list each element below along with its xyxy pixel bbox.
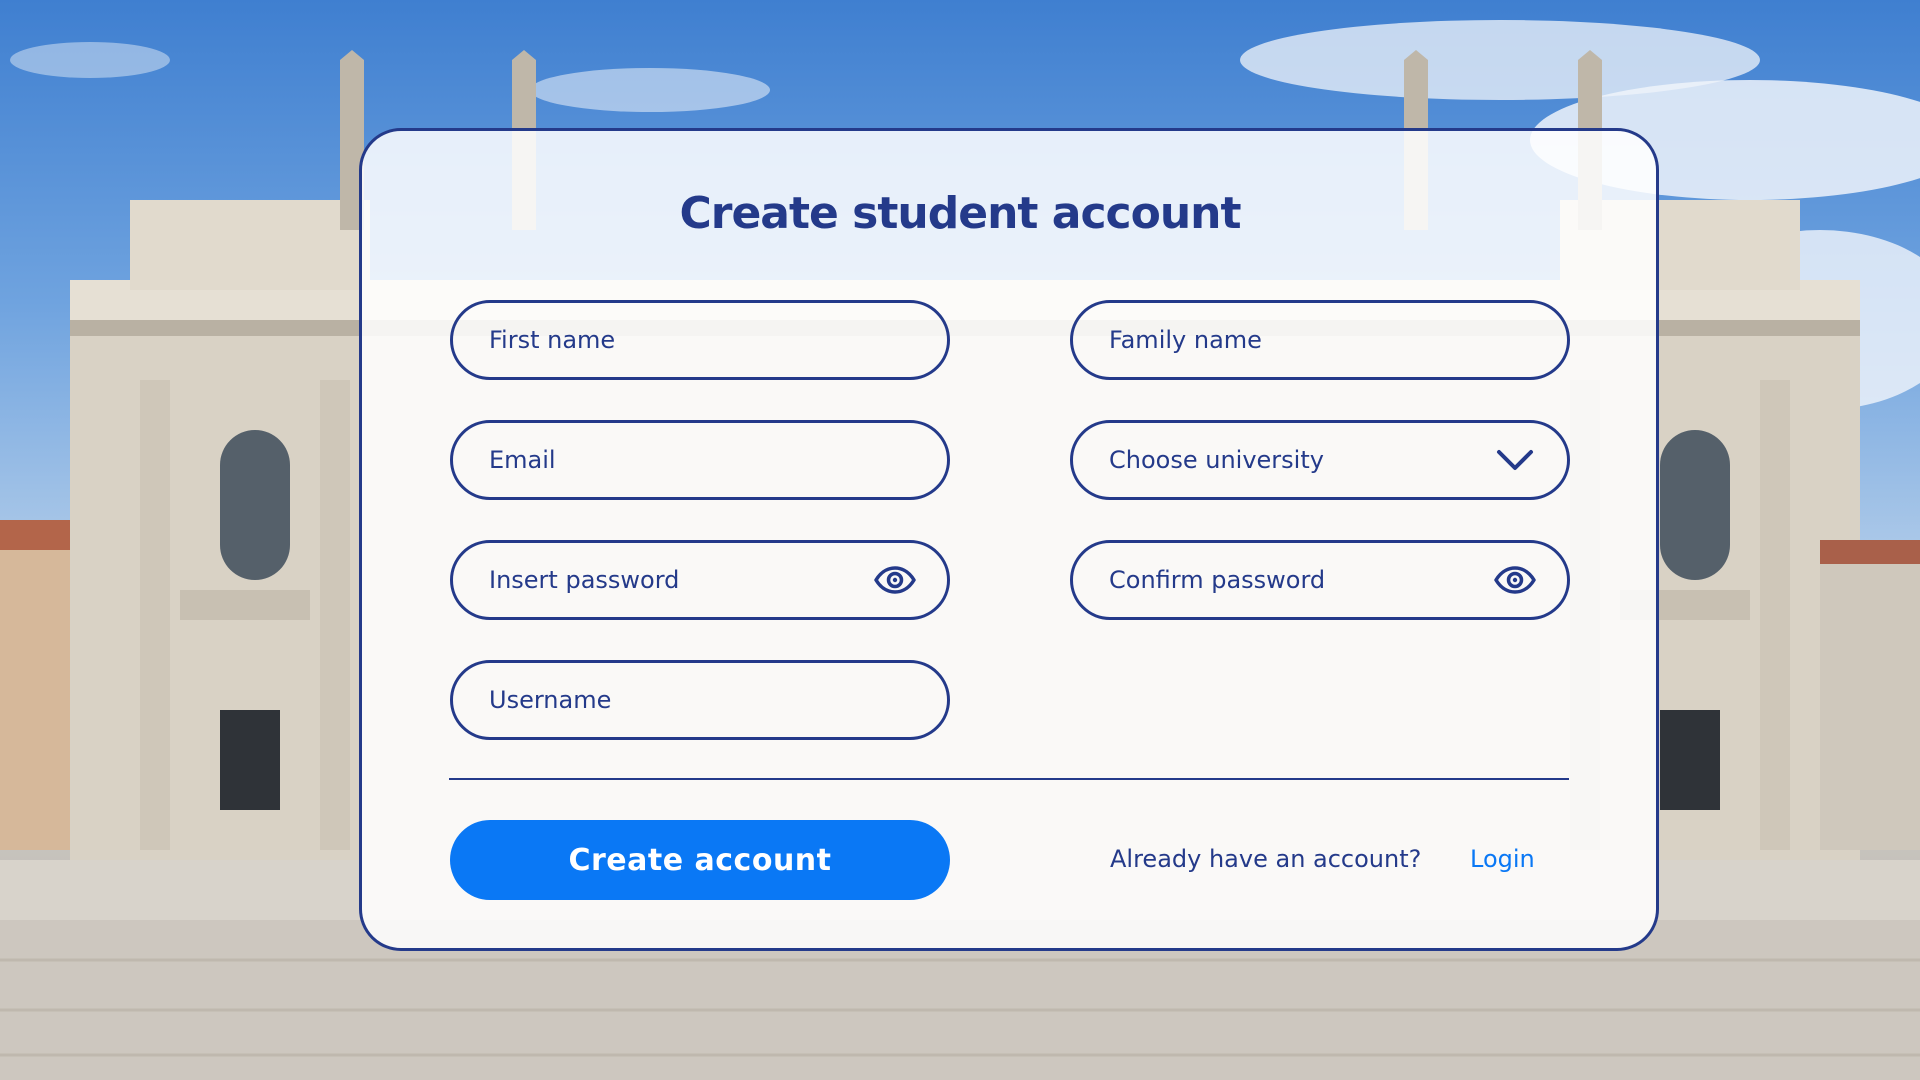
family-name-field[interactable]: [1070, 300, 1570, 380]
login-prompt-text: Already have an account?: [1110, 845, 1422, 873]
form-divider: [449, 778, 1569, 780]
university-select-label: Choose university: [1109, 446, 1324, 474]
email-field[interactable]: [450, 420, 950, 500]
email-input[interactable]: [489, 446, 917, 474]
first-name-field[interactable]: [450, 300, 950, 380]
create-account-button[interactable]: Create account: [450, 820, 950, 900]
university-select[interactable]: Choose university: [1070, 420, 1570, 500]
page-background: Create student account Choose university: [0, 0, 1920, 1080]
page-title: Create student account: [679, 188, 1241, 239]
username-field[interactable]: [450, 660, 950, 740]
first-name-input[interactable]: [489, 326, 917, 354]
confirm-password-input[interactable]: [1109, 566, 1493, 594]
confirm-password-field[interactable]: [1070, 540, 1570, 620]
username-input[interactable]: [489, 686, 917, 714]
eye-icon[interactable]: [1493, 558, 1537, 602]
password-field[interactable]: [450, 540, 950, 620]
family-name-input[interactable]: [1109, 326, 1537, 354]
password-input[interactable]: [489, 566, 873, 594]
login-link[interactable]: Login: [1470, 845, 1535, 873]
chevron-down-icon[interactable]: [1493, 438, 1537, 482]
eye-icon[interactable]: [873, 558, 917, 602]
